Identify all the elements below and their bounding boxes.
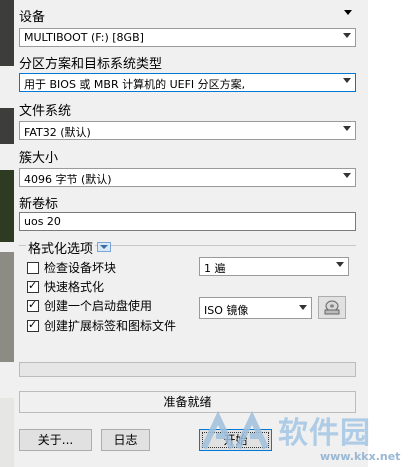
chevron-down-icon: [100, 245, 108, 249]
bootable-checkbox[interactable]: [27, 298, 39, 312]
partition-label: 分区方案和目标系统类型: [19, 57, 163, 72]
boot-type-select[interactable]: ISO 镜像: [199, 297, 312, 319]
right-margin: [368, 0, 411, 467]
device-select-value: MULTIBOOT (F:) [8GB]: [24, 31, 144, 44]
partition-select[interactable]: 用于 BIOS 或 MBR 计算机的 UEFI 分区方案,: [19, 73, 356, 92]
expand-options-button[interactable]: [97, 242, 111, 252]
filesystem-select[interactable]: FAT32 (默认): [19, 121, 356, 140]
status-text: 准备就绪: [163, 395, 212, 409]
select-image-button[interactable]: [318, 296, 346, 319]
cluster-select[interactable]: 4096 字节 (默认): [19, 168, 356, 187]
bootable-label: 创建一个启动盘使用: [44, 299, 153, 313]
background-window-edge: [0, 252, 14, 362]
volume-label-input[interactable]: [20, 213, 355, 230]
extended-label-label: 创建扩展标签和图标文件: [44, 319, 177, 333]
background-window-edge: [0, 398, 14, 467]
start-button-label: 开始: [223, 433, 248, 447]
chevron-down-icon: [336, 262, 344, 267]
format-options-title: 格式化选项: [26, 238, 96, 257]
about-button[interactable]: 关于...: [19, 429, 92, 451]
check-bad-blocks-label: 检查设备坏块: [44, 261, 117, 275]
device-select[interactable]: MULTIBOOT (F:) [8GB]: [19, 28, 356, 47]
chevron-down-icon: [343, 33, 351, 38]
background-window-edge: [0, 108, 14, 144]
check-bad-blocks-checkbox[interactable]: [27, 262, 39, 274]
background-window-edge: [0, 170, 14, 242]
filesystem-select-value: FAT32 (默认): [24, 126, 91, 139]
boot-type-select-value: ISO 镜像: [204, 304, 249, 317]
device-menu-arrow-icon[interactable]: [344, 10, 352, 15]
volume-label-field[interactable]: [19, 212, 356, 231]
disk-drive-icon: [324, 300, 340, 315]
extended-label-checkbox[interactable]: [27, 318, 39, 332]
volume-label: 新卷标: [19, 197, 59, 212]
quick-format-label: 快速格式化: [44, 280, 105, 294]
watermark-text: 软件园: [278, 416, 371, 451]
quick-format-checkbox[interactable]: [27, 279, 39, 293]
chevron-down-icon: [343, 78, 351, 83]
device-label: 设备: [19, 10, 46, 25]
chevron-down-icon: [343, 126, 351, 131]
status-bar: 准备就绪: [19, 391, 356, 413]
cluster-select-value: 4096 字节 (默认): [24, 173, 112, 186]
partition-select-value: 用于 BIOS 或 MBR 计算机的 UEFI 分区方案,: [24, 78, 246, 91]
chevron-down-icon: [299, 305, 307, 310]
filesystem-label: 文件系统: [19, 104, 72, 119]
chevron-down-icon: [343, 173, 351, 178]
passes-select-value: 1 遍: [204, 262, 226, 275]
background-window-edge: [0, 0, 14, 66]
cluster-label: 簇大小: [19, 151, 59, 166]
start-button[interactable]: 开始: [199, 429, 272, 451]
log-button[interactable]: 日志: [101, 429, 150, 451]
progress-bar: [19, 362, 356, 377]
passes-select[interactable]: 1 遍: [199, 257, 349, 276]
